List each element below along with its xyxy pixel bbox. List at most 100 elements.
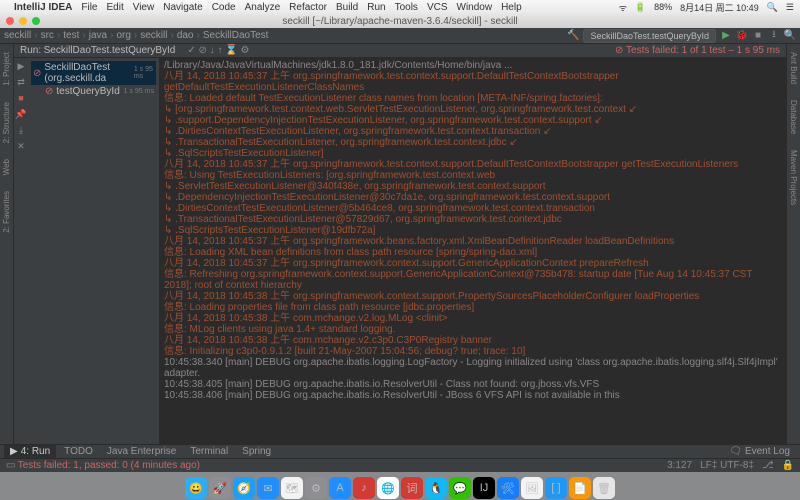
stop-run-icon[interactable]: ■: [16, 93, 26, 103]
menu-view[interactable]: View: [133, 2, 155, 13]
spotlight-icon[interactable]: 🔍: [767, 2, 778, 13]
crumb-7[interactable]: SeckillDaoTest: [203, 30, 269, 41]
run-config-select[interactable]: SeckillDaoTest.testQueryById: [583, 29, 716, 43]
export-icon[interactable]: ⤓: [16, 125, 26, 135]
dock-qq[interactable]: 🐧: [425, 477, 447, 499]
vcs-icon[interactable]: ⭳: [768, 30, 780, 42]
tab-java-ee[interactable]: Java Enterprise: [101, 445, 182, 458]
minimize-icon[interactable]: [19, 17, 27, 25]
test-child-time: 1 s 95 ms: [124, 88, 154, 95]
status-bar: ▭ Tests failed: 1, passed: 0 (4 minutes …: [0, 458, 800, 472]
menu-build[interactable]: Build: [336, 2, 358, 13]
tab-favorites[interactable]: 2: Favorites: [1, 187, 12, 237]
dock-xcode[interactable]: 🛠: [497, 477, 519, 499]
wifi-icon[interactable]: ᯤ: [619, 1, 627, 14]
console-line: ↳ .TransactionalTestExecutionListener@57…: [164, 214, 782, 225]
test-child-node[interactable]: ⊘ testQueryById 1 s 95 ms: [31, 85, 156, 98]
menu-run[interactable]: Run: [367, 2, 385, 13]
filter-icons[interactable]: ✓ ⊘ ↓ ↑ ⌛ ⚙: [187, 45, 249, 56]
tab-ant[interactable]: Ant Build: [788, 48, 799, 88]
dock-settings[interactable]: ⚙: [305, 477, 327, 499]
console-line: 信息: Loaded default TestExecutionListener…: [164, 93, 782, 104]
search-icon[interactable]: 🔍: [784, 30, 796, 42]
menu-code[interactable]: Code: [212, 2, 236, 13]
build-icon[interactable]: 🔨: [567, 30, 579, 42]
crumb-3[interactable]: java: [89, 30, 107, 41]
dock-netease[interactable]: ♪: [353, 477, 375, 499]
menu-file[interactable]: File: [81, 2, 97, 13]
dock-finder[interactable]: 😀: [185, 477, 207, 499]
notification-icon[interactable]: ☰: [786, 2, 794, 13]
test-tree[interactable]: ⊘ SeckillDaoTest (org.seckill.da 1 s 95 …: [28, 58, 160, 444]
crumb-0[interactable]: seckill: [4, 30, 31, 41]
dock-mail[interactable]: ✉: [257, 477, 279, 499]
close-run-icon[interactable]: ✕: [16, 141, 26, 151]
fail-icon: ⊘: [33, 68, 41, 79]
maximize-icon[interactable]: [32, 17, 40, 25]
dock-safari[interactable]: 🧭: [233, 477, 255, 499]
crumb-6[interactable]: dao: [177, 30, 194, 41]
tab-run[interactable]: ▶4: Run: [4, 445, 56, 458]
breadcrumb[interactable]: seckill› src› test› java› org› seckill› …: [4, 30, 268, 41]
console-line: 八月 14, 2018 10:45:38 上午 com.mchange.v2.c…: [164, 335, 782, 346]
tab-project[interactable]: 1: Project: [1, 48, 12, 90]
tab-database[interactable]: Database: [788, 96, 799, 138]
menu-help[interactable]: Help: [501, 2, 522, 13]
dock-preview[interactable]: 🖼: [521, 477, 543, 499]
console-line: 八月 14, 2018 10:45:37 上午 org.springframew…: [164, 71, 782, 93]
dock-intellij[interactable]: IJ: [473, 477, 495, 499]
close-icon[interactable]: [6, 17, 14, 25]
console-line: ↳ .TransactionalTestExecutionListener, o…: [164, 137, 782, 148]
battery-percent: 88%: [654, 2, 672, 12]
left-tool-gutter: 1: Project 2: Structure Web 2: Favorites: [0, 44, 14, 444]
menu-navigate[interactable]: Navigate: [163, 2, 202, 13]
debug-icon[interactable]: 🐞: [736, 30, 748, 42]
test-root-node[interactable]: ⊘ SeckillDaoTest (org.seckill.da 1 s 95 …: [31, 61, 156, 85]
tab-terminal[interactable]: Terminal: [184, 445, 234, 458]
menubar-date[interactable]: 8月14日 周二 10:49: [680, 1, 759, 14]
crumb-2[interactable]: test: [63, 30, 79, 41]
menu-analyze[interactable]: Analyze: [245, 2, 281, 13]
crumb-1[interactable]: src: [41, 30, 54, 41]
tab-web[interactable]: Web: [1, 155, 12, 179]
console-output[interactable]: /Library/Java/JavaVirtualMachines/jdk1.8…: [160, 58, 786, 444]
battery-icon[interactable]: 🔋: [635, 2, 646, 13]
console-line: ↳ .DirtiesContextTestExecutionListener, …: [164, 126, 782, 137]
dock-maps[interactable]: 🗺: [281, 477, 303, 499]
dock-youdao[interactable]: 词: [401, 477, 423, 499]
stop-icon[interactable]: ■: [752, 30, 764, 42]
status-text: Tests failed: 1, passed: 0 (4 minutes ag…: [18, 460, 200, 471]
tab-structure[interactable]: 2: Structure: [1, 98, 12, 147]
lock-icon[interactable]: 🔒: [782, 460, 794, 471]
run-icon[interactable]: ▶: [720, 30, 732, 42]
crumb-4[interactable]: org: [116, 30, 130, 41]
menu-tools[interactable]: Tools: [395, 2, 418, 13]
status-icon[interactable]: ▭: [6, 460, 15, 471]
crumb-5[interactable]: seckill: [140, 30, 167, 41]
app-name[interactable]: IntelliJ IDEA: [14, 2, 72, 13]
tab-maven[interactable]: Maven Projects: [788, 146, 799, 209]
dock-launchpad[interactable]: 🚀: [209, 477, 231, 499]
pin-icon[interactable]: 📌: [16, 109, 26, 119]
menu-vcs[interactable]: VCS: [427, 2, 448, 13]
git-branch-icon[interactable]: ⎇: [762, 460, 774, 471]
dock-appstore[interactable]: A: [329, 477, 351, 499]
console-line: ↳ .SqlScriptsTestExecutionListener]: [164, 148, 782, 159]
dock-brackets[interactable]: [ ]: [545, 477, 567, 499]
menu-refactor[interactable]: Refactor: [289, 2, 327, 13]
rerun-icon[interactable]: ▶: [16, 61, 26, 71]
mac-menubar: IntelliJ IDEA File Edit View Navigate Co…: [0, 0, 800, 14]
menu-edit[interactable]: Edit: [106, 2, 123, 13]
dock-chrome[interactable]: 🌐: [377, 477, 399, 499]
dock-wechat[interactable]: 💬: [449, 477, 471, 499]
toggle-icon[interactable]: ⇄: [16, 77, 26, 87]
console-line: ↳ .support.DependencyInjectionTestExecut…: [164, 115, 782, 126]
dock-trash[interactable]: 🗑: [593, 477, 615, 499]
menu-window[interactable]: Window: [457, 2, 493, 13]
window-title-text: seckill [~/Library/apache-maven-3.6.4/se…: [282, 16, 517, 27]
nav-toolbar: seckill› src› test› java› org› seckill› …: [0, 28, 800, 44]
tab-spring[interactable]: Spring: [236, 445, 277, 458]
dock-pages[interactable]: 📄: [569, 477, 591, 499]
event-log[interactable]: 🗨 Event Log: [723, 445, 796, 458]
tab-todo[interactable]: TODO: [58, 445, 99, 458]
